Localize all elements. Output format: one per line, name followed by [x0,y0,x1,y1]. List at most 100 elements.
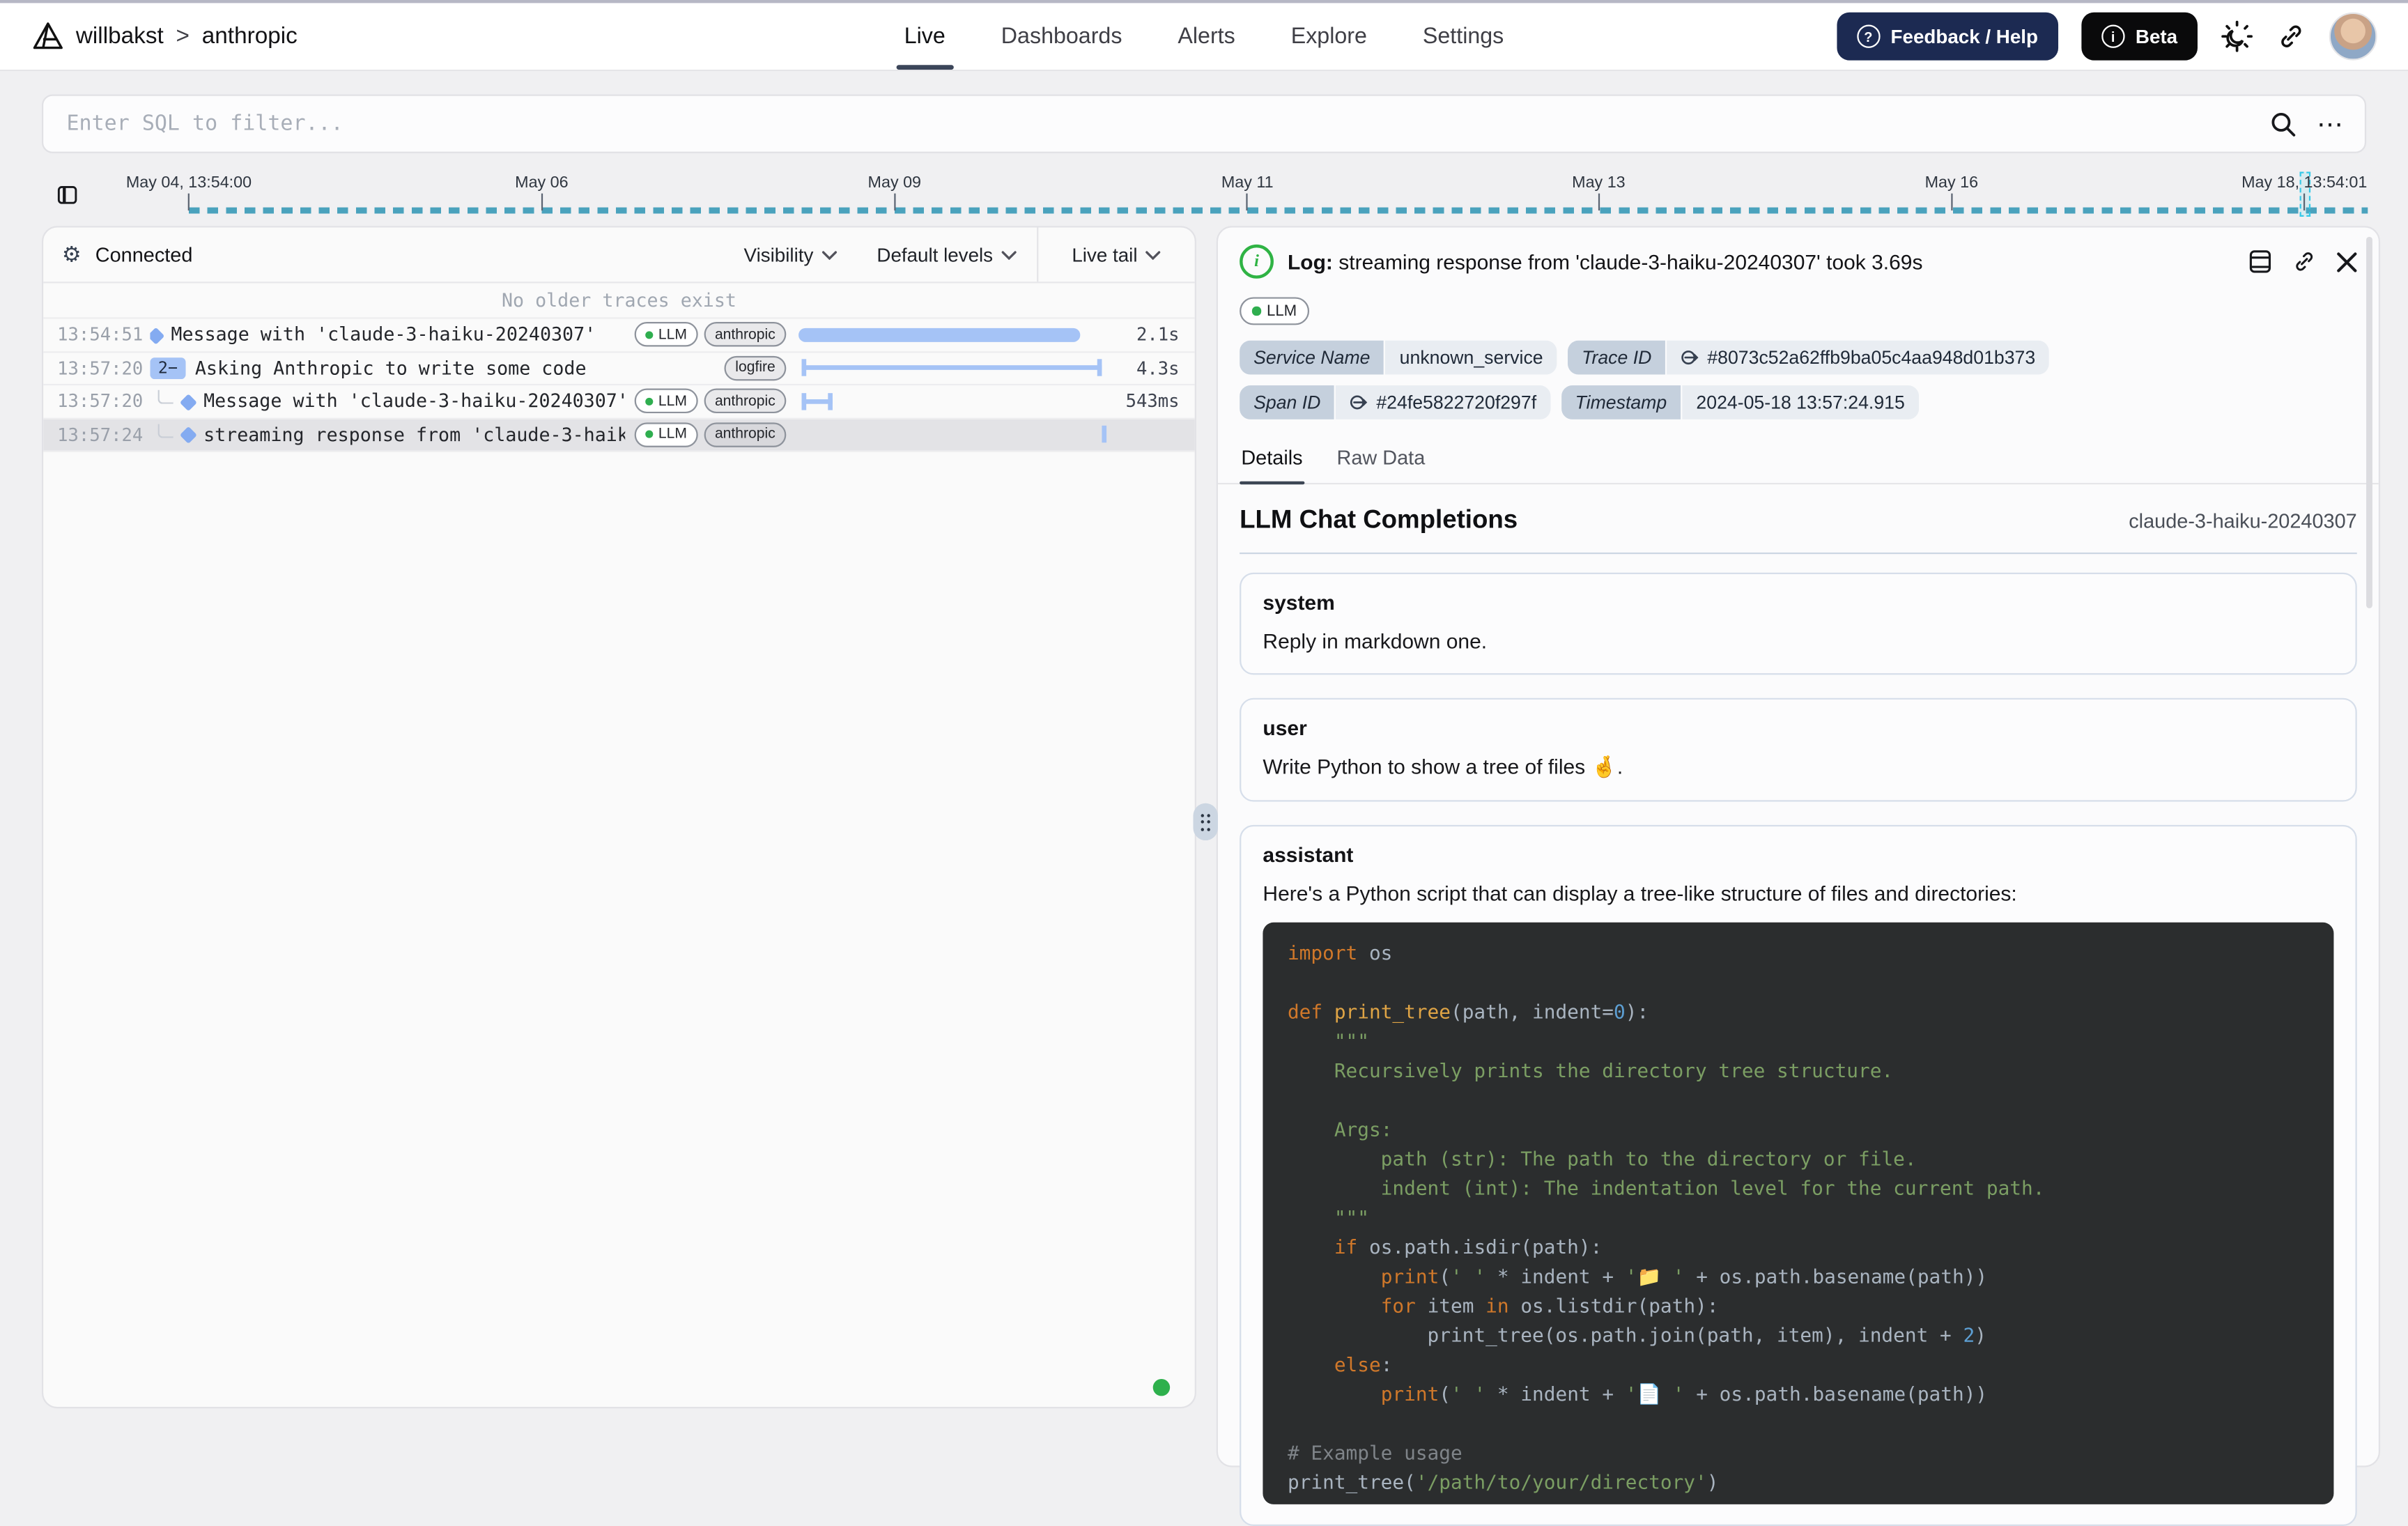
trace-time: 13:54:51 [57,324,150,346]
message-role: user [1263,716,2333,739]
attr-chip-value[interactable]: #24fe5822720f297f [1336,385,1550,419]
badge-label: LLM [658,393,687,410]
copy-link-icon[interactable] [2292,249,2317,275]
breadcrumb-org[interactable]: willbakst [76,23,164,49]
code-token: * indent + [1485,1382,1626,1405]
timeline-tick-5: May 16 [1925,174,1978,210]
timeline[interactable]: May 04, 13:54:00May 06May 09May 11May 13… [147,164,2368,226]
tab-details[interactable]: Details [1240,440,1304,483]
message-card-system: system Reply in markdown one. [1240,573,2357,675]
duration-bar-track [798,325,1108,345]
detail-title-prefix: Log: [1288,250,1333,273]
code-token: ' ' [1451,1382,1485,1405]
collapse-toggle[interactable]: 2− [150,357,185,379]
detail-panel: i Log: streaming response from 'claude-3… [1217,226,2380,1467]
duration-bar-cap [802,393,806,410]
logfire-logo-icon[interactable] [31,20,65,54]
messages: systemReply in markdown one.userWrite Py… [1240,573,2357,1526]
trace-row[interactable]: 13:57:20Message with 'claude-3-haiku-202… [43,385,1194,419]
timeline-tick-label: May 04, 13:54:00 [126,174,252,192]
code-token: + os.path.basename(path)) [1685,1265,1988,1288]
close-icon[interactable] [2337,252,2357,272]
theme-toggle-icon[interactable] [2221,20,2253,53]
llm-badge: LLM [635,389,698,414]
control-label: Live tail [1072,244,1137,265]
code-line [1288,967,2309,996]
question-icon: ? [1857,25,1880,48]
llm-dot-icon [646,331,654,339]
message-text: Reply in markdown one. [1263,630,2333,653]
nav-item-dashboards[interactable]: Dashboards [1001,3,1122,70]
log-level-info-icon: i [1240,245,1274,279]
trace-duration: 543ms [1108,390,1179,412]
trace-list-header: ⚙ Connected VisibilityDefault levelsLive… [43,228,1194,284]
code-token: ) [1975,1323,1986,1346]
empty-notice: No older traces exist [43,283,1194,318]
nav-item-live[interactable]: Live [904,3,946,70]
attr-chip-value[interactable]: #8073c52a62ffb9ba05c4aa948d01b373 [1667,341,2050,375]
code-line: print(' ' * indent + '📄 ' + os.path.base… [1288,1379,2309,1408]
trace-time: 13:57:20 [57,357,150,379]
span-diamond-icon [150,327,164,344]
attr-chip-label: Trace ID [1568,341,1665,375]
code-token: # Example usage [1288,1441,1462,1464]
code-token: * indent + [1485,1265,1626,1288]
code-line: print(' ' * indent + '📁 ' + os.path.base… [1288,1261,2309,1290]
detail-title-text: streaming response from 'claude-3-haiku-… [1338,250,1922,273]
beta-button[interactable]: i Beta [2081,13,2198,61]
attr-chip-value-text: 2024-05-18 13:57:24.915 [1696,392,1904,413]
code-token: os [1357,941,1392,964]
timeline-tick-stem [541,194,542,210]
sql-filter-input[interactable] [63,110,2250,138]
search-icon[interactable] [2270,111,2297,137]
trace-time: 13:57:24 [57,424,150,445]
drag-dots-icon [1201,813,1210,830]
model-name: claude-3-haiku-20240307 [2129,509,2357,532]
attr-chip-timestamp: Timestamp2024-05-18 13:57:24.915 [1561,385,1919,419]
detail-scrollbar-thumb[interactable] [2366,237,2372,608]
control-visibility[interactable]: Visibility [724,228,857,282]
trace-row[interactable]: 13:57:202−Asking Anthropic to write some… [43,352,1194,385]
tree-connector [158,390,173,404]
tag-badge: anthropic [704,422,786,447]
llm-badge: LLM [635,422,698,447]
trace-message: streaming response from 'claude-3-haiku-… [203,424,626,445]
duration-bar [1102,426,1106,442]
trace-row[interactable]: 13:57:24 streaming response from 'claude-… [43,419,1194,452]
code-token [1288,1235,1334,1258]
code-token: '📁 ' [1626,1265,1685,1288]
nav-item-settings[interactable]: Settings [1423,3,1504,70]
trace-row[interactable]: 13:54:51Message with 'claude-3-haiku-202… [43,319,1194,353]
message-role: system [1263,591,2333,614]
timeline-tick-label: May 13 [1572,174,1625,192]
feedback-help-button[interactable]: ? Feedback / Help [1837,13,2058,61]
attr-chip-value: 2024-05-18 13:57:24.915 [1682,385,1918,419]
duration-bar-cap [828,393,833,410]
nav-item-explore[interactable]: Explore [1291,3,1367,70]
tag-badge: logfire [725,355,787,380]
detail-header-icons [2248,249,2356,275]
timeline-tick-1: May 06 [515,174,568,210]
code-token [1288,1352,1334,1375]
llm-dot-icon [646,397,654,405]
code-line: import os [1288,938,2309,967]
app: willbakst > anthropic LiveDashboardsAler… [0,0,2408,1419]
code-token: print [1381,1265,1440,1288]
more-options-icon[interactable]: ⋯ [2317,111,2345,137]
panel-resize-handle[interactable] [1193,803,1218,840]
trace-row-main: Message with 'claude-3-haiku-20240307' [150,390,626,412]
control-default-levels[interactable]: Default levels [857,228,1037,282]
control-live-tail[interactable]: Live tail [1036,228,1194,282]
nav-item-alerts[interactable]: Alerts [1178,3,1235,70]
llm-dot-icon [646,431,654,438]
share-link-icon[interactable] [2276,22,2306,51]
timeline-tick-0: May 04, 13:54:00 [126,174,252,210]
reader-view-icon[interactable] [2248,249,2271,275]
avatar[interactable] [2329,13,2377,61]
tab-raw-data[interactable]: Raw Data [1335,440,1426,483]
breadcrumb-project[interactable]: anthropic [202,23,298,49]
code-line: """ [1288,1026,2309,1056]
trace-row-main: Message with 'claude-3-haiku-20240307' [150,324,626,346]
sidebar-toggle-button[interactable] [48,175,87,214]
settings-gear-icon[interactable]: ⚙ [62,241,82,268]
